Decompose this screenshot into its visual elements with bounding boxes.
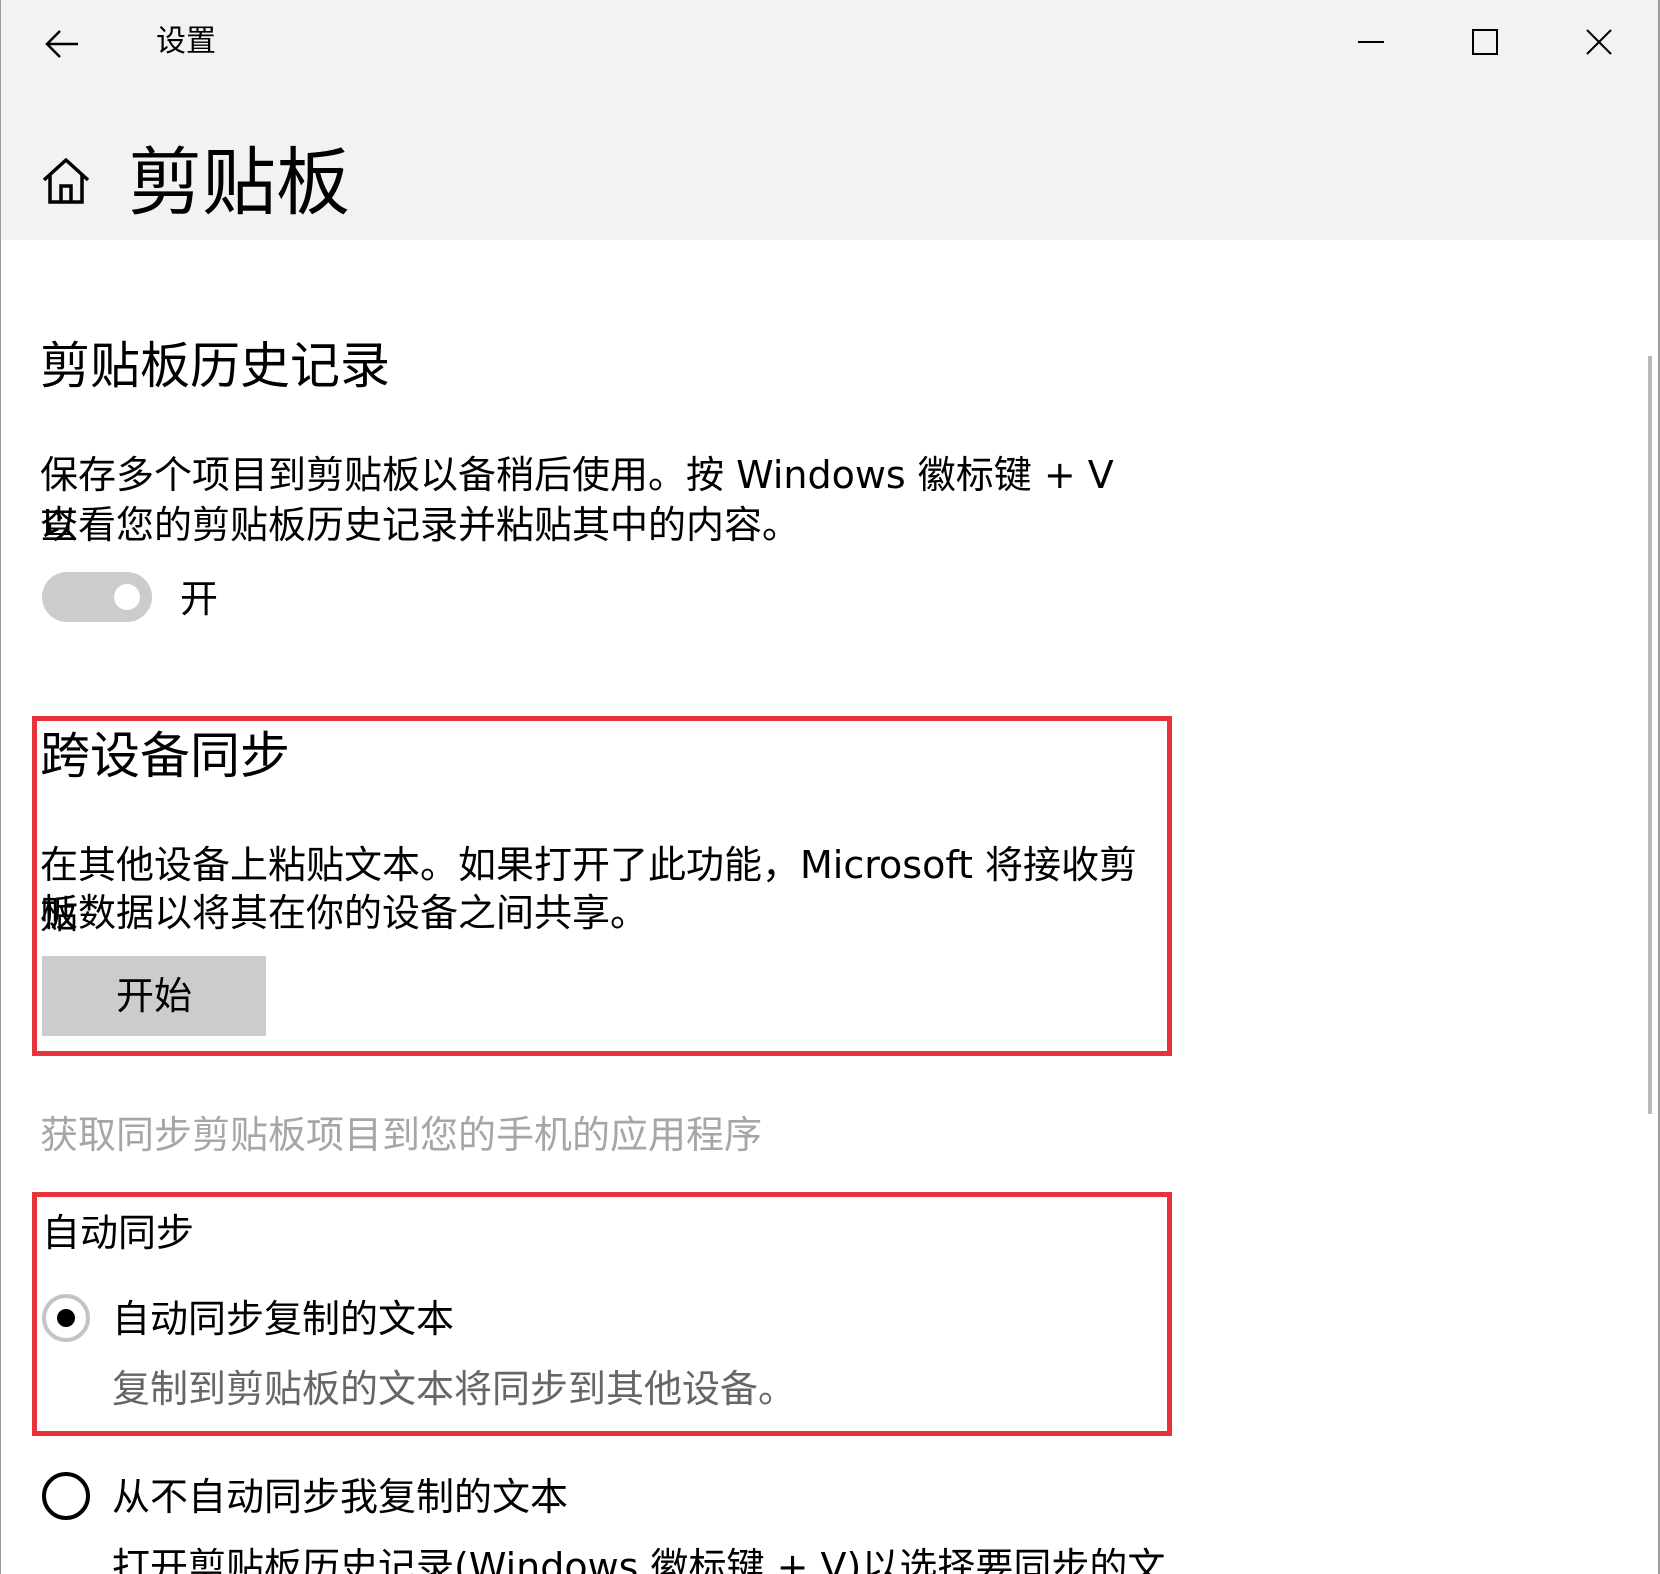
auto-sync-option-label[interactable]: 自动同步复制的文本	[112, 1294, 454, 1344]
scrollbar-thumb[interactable]	[1648, 356, 1652, 1114]
close-icon	[1586, 29, 1612, 55]
home-button[interactable]	[40, 156, 92, 208]
history-description-line2: 查看您的剪贴板历史记录并粘贴其中的内容。	[40, 503, 801, 547]
maximize-button[interactable]	[1430, 0, 1540, 84]
never-sync-option-label[interactable]: 从不自动同步我复制的文本	[112, 1472, 568, 1522]
minimize-icon	[1358, 41, 1384, 43]
back-button[interactable]	[22, 12, 102, 76]
home-icon	[42, 158, 90, 204]
never-sync-radio[interactable]	[42, 1472, 90, 1520]
back-arrow-icon	[45, 30, 78, 58]
sync-heading: 跨设备同步	[40, 727, 290, 785]
page-title: 剪贴板	[128, 140, 350, 226]
auto-sync-option-description: 复制到剪贴板的文本将同步到其他设备。	[112, 1367, 797, 1411]
radio-selected-dot	[57, 1309, 75, 1327]
history-heading: 剪贴板历史记录	[40, 337, 390, 395]
sync-description-line2: 板数据以将其在你的设备之间共享。	[40, 891, 649, 935]
minimize-button[interactable]	[1316, 0, 1426, 84]
toggle-state-label: 开	[180, 577, 219, 621]
app-title: 设置	[156, 24, 216, 59]
toggle-knob	[114, 584, 140, 610]
close-button[interactable]	[1544, 0, 1654, 84]
auto-sync-label: 自动同步	[42, 1211, 195, 1255]
history-toggle[interactable]	[42, 572, 152, 622]
start-button[interactable]: 开始	[42, 956, 266, 1036]
window-border-left	[0, 0, 1, 1574]
maximize-icon	[1472, 29, 1498, 55]
phone-app-link[interactable]: 获取同步剪贴板项目到您的手机的应用程序	[40, 1110, 762, 1160]
auto-sync-radio[interactable]	[42, 1294, 90, 1342]
never-sync-option-description: 打开剪贴板历史记录(Windows 徽标键 + V)以选择要同步的文	[112, 1545, 1166, 1574]
settings-window: 设置 剪贴板 剪贴板历史记录 保存多个项目到剪贴板以备稍后使用。按 Window…	[0, 0, 1660, 1574]
